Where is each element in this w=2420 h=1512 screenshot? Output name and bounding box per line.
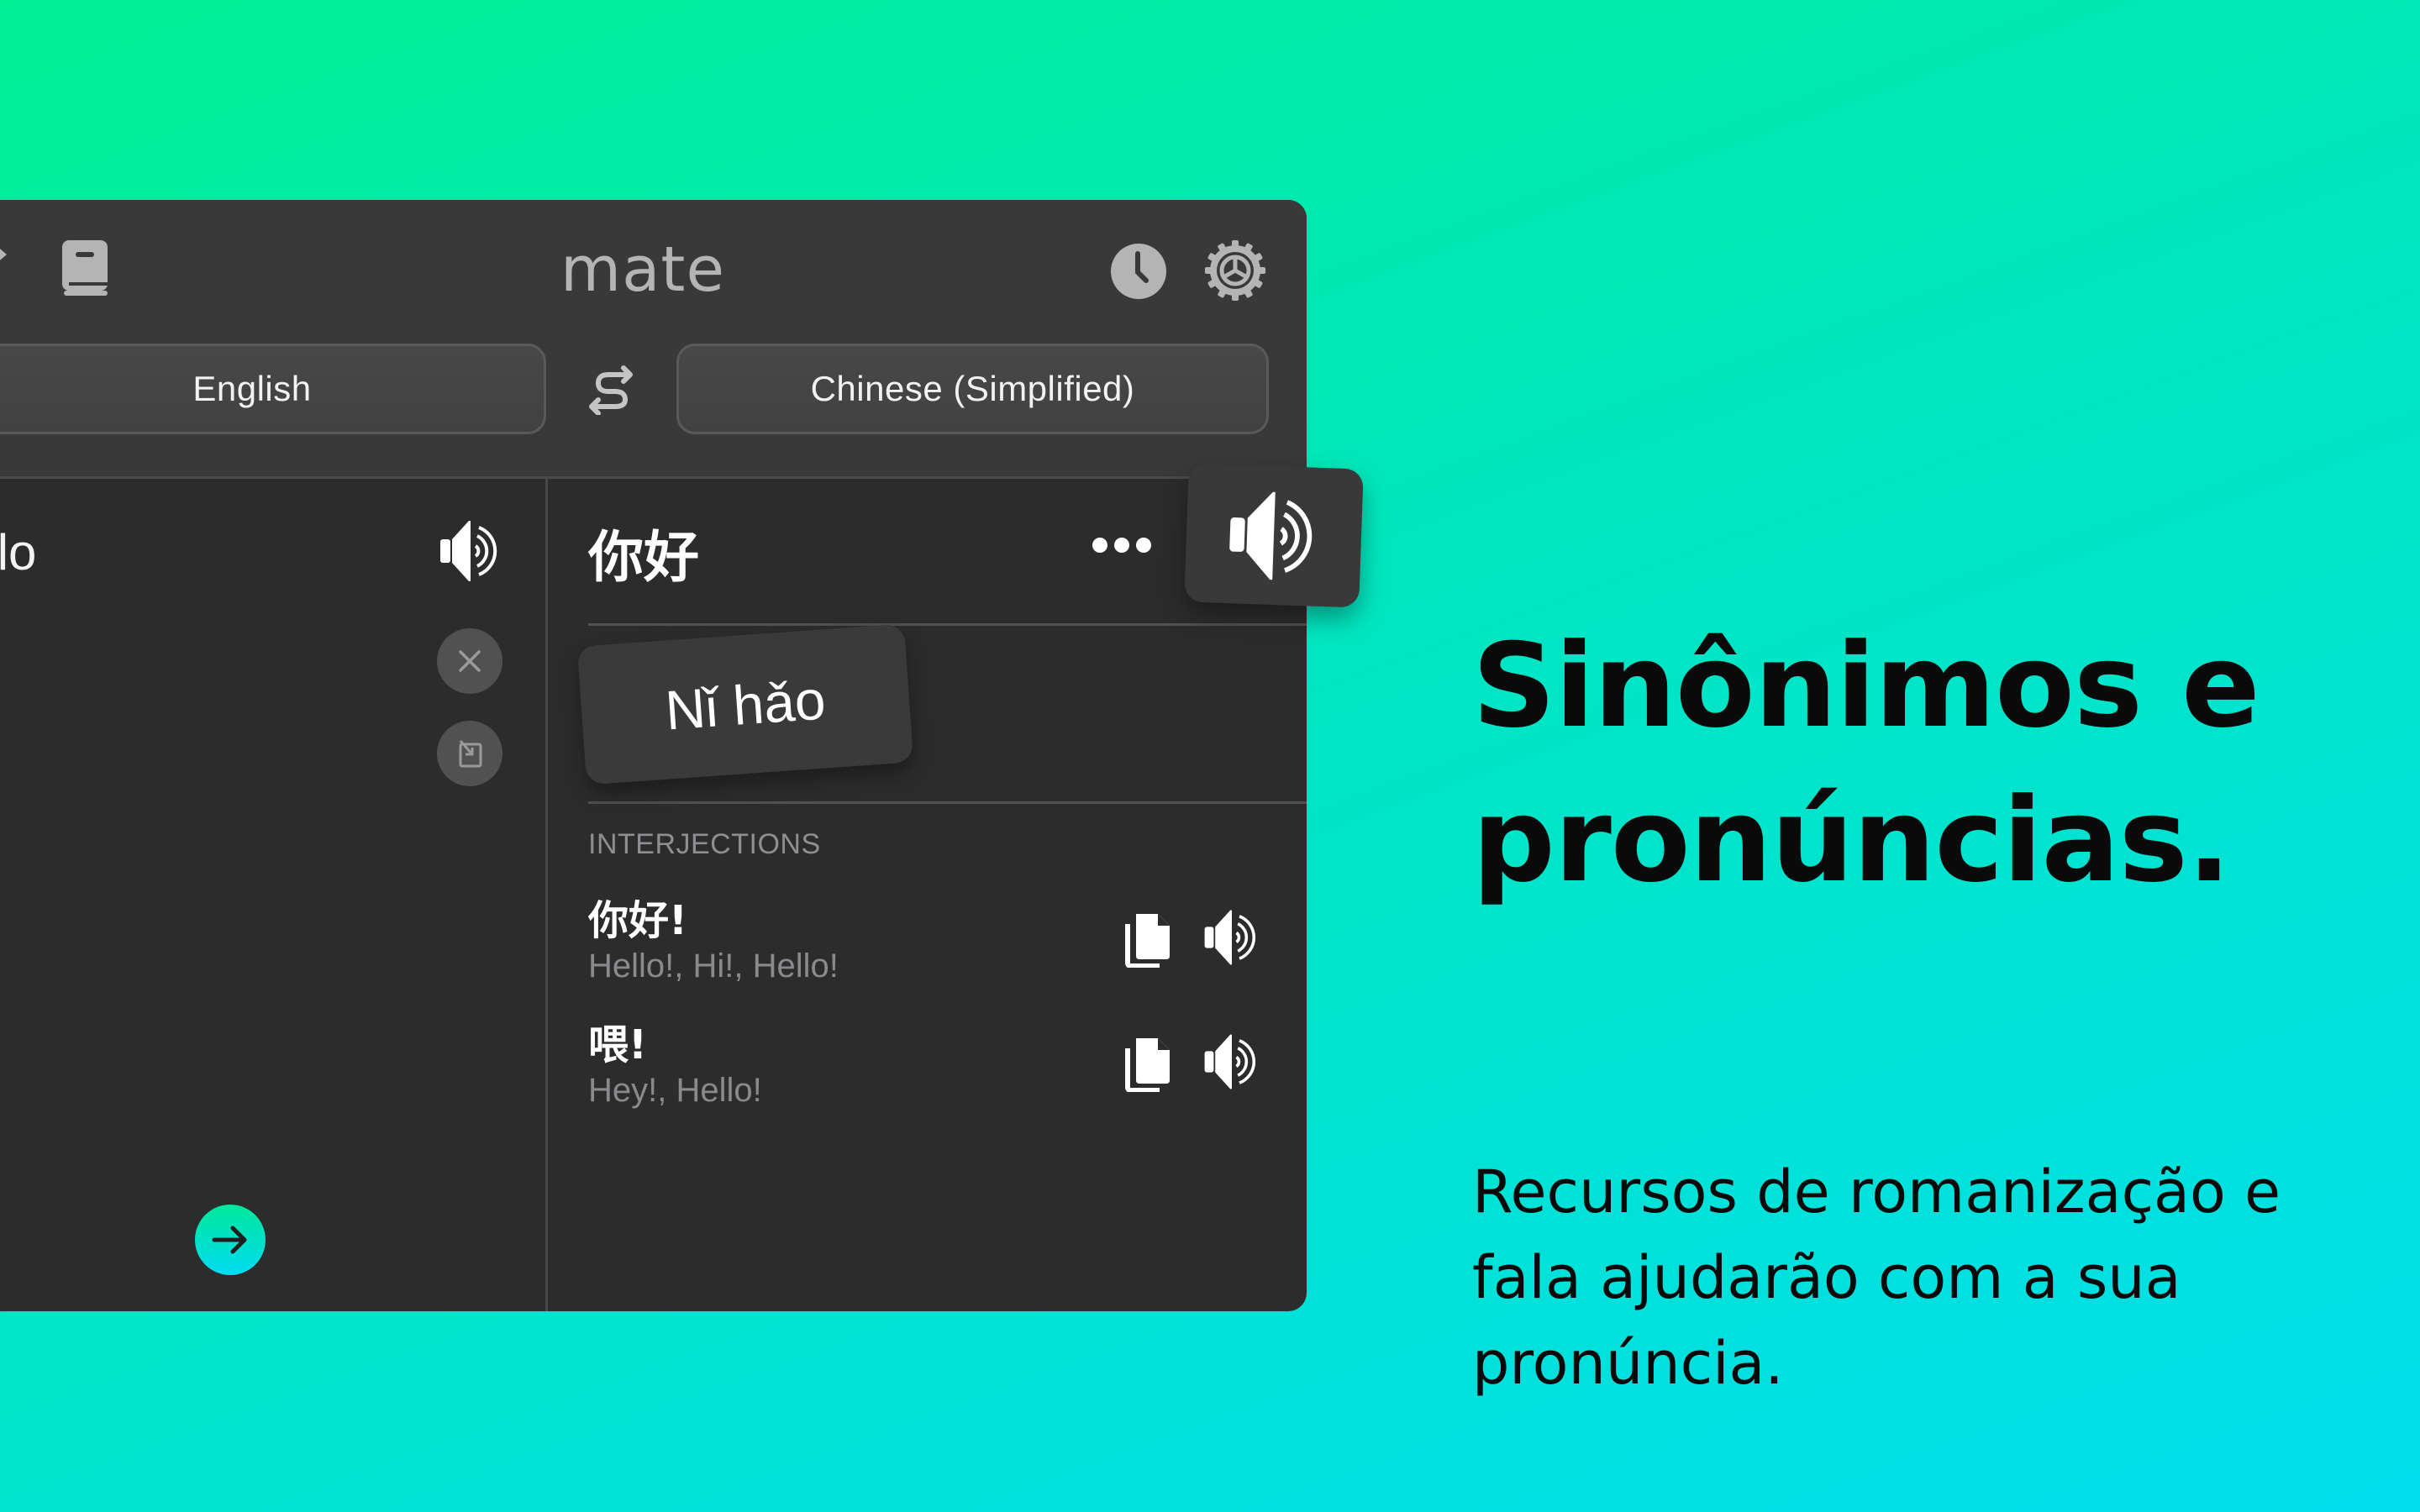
subtext: Recursos de romanização e fala ajudarão … xyxy=(1472,1158,2281,1398)
headline-line-2: pronúncias. xyxy=(1472,773,2231,908)
clear-icon xyxy=(459,650,481,672)
entry-meaning: Hello!, Hi!, Hello! xyxy=(588,948,839,984)
romanization-text: Nǐ hǎo xyxy=(663,667,828,742)
entry-term: 你好! xyxy=(588,897,687,944)
arrow-right-icon xyxy=(212,1226,247,1254)
clear-button[interactable] xyxy=(437,628,502,694)
swap-arrows-icon[interactable] xyxy=(587,365,637,418)
copy-icon[interactable] xyxy=(1124,912,1175,971)
more-dots-icon[interactable] xyxy=(1092,538,1151,553)
translation-text: 你好 xyxy=(588,525,699,590)
section-label: INTERJECTIONS xyxy=(588,828,821,860)
romanization-card: Nǐ hǎo xyxy=(576,623,914,785)
source-speaker-icon[interactable] xyxy=(437,517,504,588)
divider xyxy=(588,623,1307,626)
entry-speaker-icon[interactable] xyxy=(1202,907,1262,971)
settings-icon[interactable] xyxy=(1203,239,1267,306)
app-window: mate English Chinese (Simplified) lo 你好 … xyxy=(0,200,1307,1311)
headline: Sinônimos e pronúncias. xyxy=(1472,609,2260,918)
entry-meaning: Hey!, Hello! xyxy=(588,1072,762,1109)
paste-icon xyxy=(459,740,482,768)
history-icon[interactable] xyxy=(1109,242,1168,304)
toolbar: mate English Chinese (Simplified) xyxy=(0,200,1307,479)
entry-term: 喂! xyxy=(588,1021,647,1068)
speak-translation-button[interactable] xyxy=(1184,463,1364,608)
paste-button[interactable] xyxy=(437,721,502,786)
app-title: mate xyxy=(560,234,725,306)
entry-speaker-icon[interactable] xyxy=(1202,1032,1262,1095)
target-language-button[interactable]: Chinese (Simplified) xyxy=(676,344,1269,434)
copy-icon[interactable] xyxy=(1124,1037,1175,1095)
source-text-input[interactable]: ello xyxy=(0,523,36,581)
pane-divider[interactable] xyxy=(545,479,548,1311)
headline-line-1: Sinônimos e xyxy=(1472,618,2260,753)
translate-button[interactable] xyxy=(195,1205,266,1275)
speaker-icon xyxy=(1229,491,1313,580)
source-language-button[interactable]: English xyxy=(0,344,546,434)
divider xyxy=(588,801,1307,804)
